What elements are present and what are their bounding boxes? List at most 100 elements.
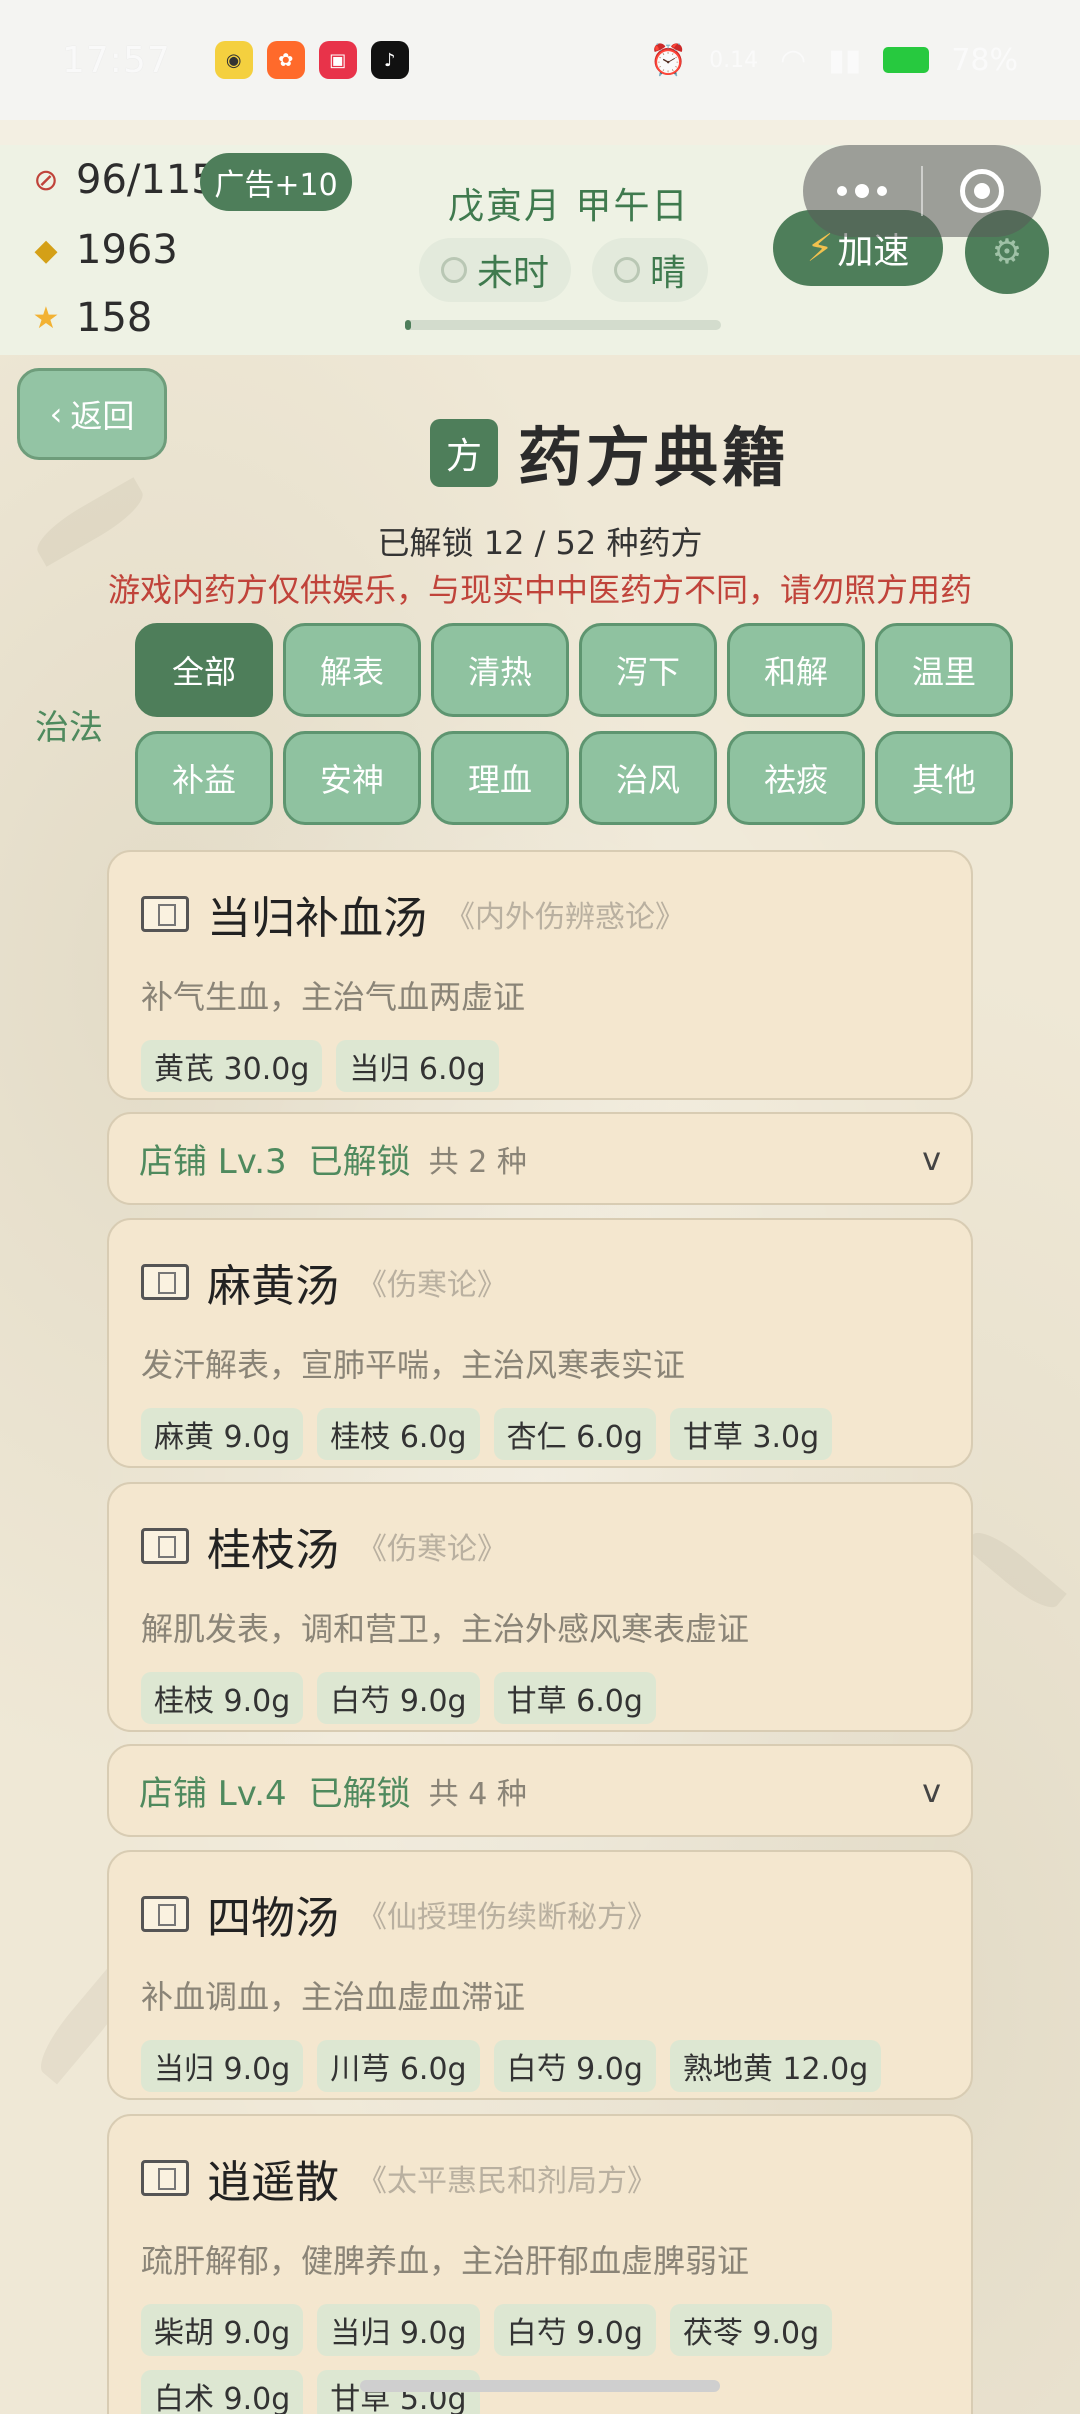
herb-tag: 白芍 9.0g [493, 2040, 656, 2092]
recipe-card[interactable]: 麻黄汤 《伤寒论》 发汗解表，宣肺平喘，主治风寒表实证 麻黄 9.0g 桂枝 6… [107, 1218, 973, 1468]
coins-stat: ◆ 1963 [30, 227, 178, 273]
weather-pill: 晴 [592, 238, 709, 302]
wifi-icon: ◠ [780, 42, 807, 78]
filter-chip-zhifeng[interactable]: 治风 [579, 731, 717, 825]
weather-icon [614, 257, 640, 283]
herb-list: 当归 9.0g 川芎 6.0g 白芍 9.0g 熟地黄 12.0g [141, 2040, 939, 2092]
close-miniprogram-button[interactable] [923, 169, 1041, 213]
herb-tag: 麻黄 9.0g [141, 1408, 304, 1460]
home-indicator[interactable] [360, 2380, 720, 2392]
status-bar: 17:57 ◉ ✿ ▣ ♪ ⏰ 0.14 ◠ ▮▮ 78% [0, 0, 1080, 120]
day-progress-fill [405, 320, 412, 330]
herb-tag: 桂枝 6.0g [317, 1408, 480, 1460]
recipe-card[interactable]: 逍遥散 《太平惠民和剂局方》 疏肝解郁，健脾养血，主治肝郁血虚脾弱证 柴胡 9.… [107, 2114, 973, 2414]
filter-chip-wenli[interactable]: 温里 [875, 623, 1013, 717]
filter-chip-xiexia[interactable]: 泻下 [579, 623, 717, 717]
gear-icon: ⚙ [991, 232, 1023, 272]
herb-tag: 当归 6.0g [336, 1040, 499, 1092]
unlock-status: 已解锁 [308, 1142, 411, 1182]
filter-chip-buyi[interactable]: 补益 [135, 731, 273, 825]
recipe-description: 疏肝解郁，健脾养血，主治肝郁血虚脾弱证 [141, 2242, 750, 2280]
signal-icon: ▮▮ [828, 42, 862, 78]
filter-chip-qingre[interactable]: 清热 [431, 623, 569, 717]
net-speed: 0.14 [709, 47, 759, 73]
filter-chip-hejie[interactable]: 和解 [727, 623, 865, 717]
recipe-badge: 方 [430, 419, 498, 487]
coins-value: 1963 [76, 227, 178, 273]
chevron-down-icon: v [922, 1139, 941, 1178]
recipe-card[interactable]: 四物汤 《仙授理伤续断秘方》 补血调血，主治血虚血滞证 当归 9.0g 川芎 6… [107, 1850, 973, 2100]
recipe-source: 《太平惠民和剂局方》 [357, 2164, 657, 2199]
recipe-count: 共 4 种 [428, 1776, 527, 1812]
recipe-source: 《伤寒论》 [357, 1532, 507, 1567]
recipe-name: 麻黄汤 [207, 1261, 339, 1312]
time-of-day-pill: 未时 [419, 238, 572, 302]
herb-tag: 甘草 5.0g [317, 2370, 480, 2414]
filter-chip-all[interactable]: 全部 [135, 623, 273, 717]
herb-tag: 熟地黄 12.0g [669, 2040, 882, 2092]
herb-tag: 川芎 6.0g [317, 2040, 480, 2092]
shop-level-section-toggle[interactable]: 店铺 Lv.4 已解锁 共 4 种 v [107, 1744, 973, 1837]
recipe-description: 发汗解表，宣肺平喘，主治风寒表实证 [141, 1346, 686, 1384]
filter-label: 治法 [35, 708, 103, 748]
bamboo-leaf-decoration [963, 1523, 1067, 1617]
page-title-row: 方 药方典籍 [430, 407, 790, 499]
herb-tag: 桂枝 9.0g [141, 1672, 304, 1724]
system-indicators: ⏰ 0.14 ◠ ▮▮ 78% [650, 43, 1018, 78]
herb-tag: 黄芪 30.0g [141, 1040, 323, 1092]
herb-tag: 白芍 9.0g [493, 2304, 656, 2356]
more-menu-button[interactable] [803, 184, 921, 198]
calendar-date: 戊寅月 甲午日 [448, 186, 690, 227]
battery-level: 78% [951, 42, 1018, 78]
herb-list: 桂枝 9.0g 白芍 9.0g 甘草 6.0g [141, 1672, 939, 1724]
back-button[interactable]: ‹ 返回 [17, 368, 167, 460]
scroll-icon [141, 892, 189, 936]
herb-tag: 白术 9.0g [141, 2370, 304, 2414]
recipe-name: 四物汤 [207, 1893, 339, 1944]
filter-chip-lixue[interactable]: 理血 [431, 731, 569, 825]
scroll-icon [141, 2156, 189, 2200]
shop-level: 店铺 Lv.4 [139, 1774, 287, 1814]
recipe-name: 逍遥散 [207, 2157, 339, 2208]
herb-list: 麻黄 9.0g 桂枝 6.0g 杏仁 6.0g 甘草 3.0g [141, 1408, 939, 1460]
back-label: 返回 [70, 397, 135, 435]
watch-ad-button[interactable]: 广告+10 [200, 153, 352, 211]
shop-level: 店铺 Lv.3 [139, 1142, 287, 1182]
recipe-book-panel: ‹ 返回 方 药方典籍 已解锁 12 / 52 种药方 游戏内药方仅供娱乐，与现… [0, 355, 1080, 2414]
alarm-icon: ⏰ [649, 42, 688, 78]
battery-icon [883, 47, 930, 73]
recipe-name: 桂枝汤 [207, 1525, 339, 1576]
chevron-down-icon: v [922, 1771, 941, 1810]
recipe-source: 《仙授理伤续断秘方》 [357, 1900, 657, 1935]
recipe-source: 《伤寒论》 [357, 1268, 507, 1303]
stars-value: 158 [76, 295, 153, 341]
weather-value: 晴 [650, 253, 687, 294]
filter-chip-anshen[interactable]: 安神 [283, 731, 421, 825]
recipe-card[interactable]: 桂枝汤 《伤寒论》 解肌发表，调和营卫，主治外感风寒表虚证 桂枝 9.0g 白芍… [107, 1482, 973, 1732]
disclaimer-text: 游戏内药方仅供娱乐，与现实中中医药方不同，请勿照方用药 [107, 571, 972, 609]
recipe-description: 补气生血，主治气血两虚证 [141, 978, 526, 1016]
herb-tag: 甘草 6.0g [493, 1672, 656, 1724]
herb-tag: 当归 9.0g [141, 2040, 304, 2092]
scroll-icon [141, 1260, 189, 1304]
target-icon [960, 169, 1004, 213]
day-progress-bar [405, 320, 721, 330]
time-of-day: 未时 [477, 253, 550, 294]
herb-tag: 甘草 3.0g [669, 1408, 833, 1460]
herb-list: 黄芪 30.0g 当归 6.0g [141, 1040, 939, 1092]
clock: 17:57 [62, 39, 171, 81]
game-hud: ⊘ 96/115 广告+10 ◆ 1963 ★ 158 戊寅月 甲午日 未时 晴… [0, 145, 1080, 355]
scroll-icon [141, 1892, 189, 1936]
unlock-status: 已解锁 [308, 1774, 411, 1814]
recipe-description: 解肌发表，调和营卫，主治外感风寒表虚证 [141, 1610, 750, 1648]
shop-level-section-toggle[interactable]: 店铺 Lv.3 已解锁 共 2 种 v [107, 1112, 973, 1205]
recipe-description: 补血调血，主治血虚血滞证 [141, 1978, 526, 2016]
filter-chip-jiebiao[interactable]: 解表 [283, 623, 421, 717]
herb-tag: 茯苓 9.0g [669, 2304, 833, 2356]
gold-ingot-icon: ◆ [34, 232, 58, 268]
filter-chip-qutan[interactable]: 祛痰 [727, 731, 865, 825]
recipe-count: 共 2 种 [428, 1144, 527, 1180]
tiktok-app-icon: ♪ [370, 41, 409, 79]
recipe-card[interactable]: 当归补血汤 《内外伤辨惑论》 补气生血，主治气血两虚证 黄芪 30.0g 当归 … [107, 850, 973, 1100]
filter-chip-other[interactable]: 其他 [875, 731, 1013, 825]
